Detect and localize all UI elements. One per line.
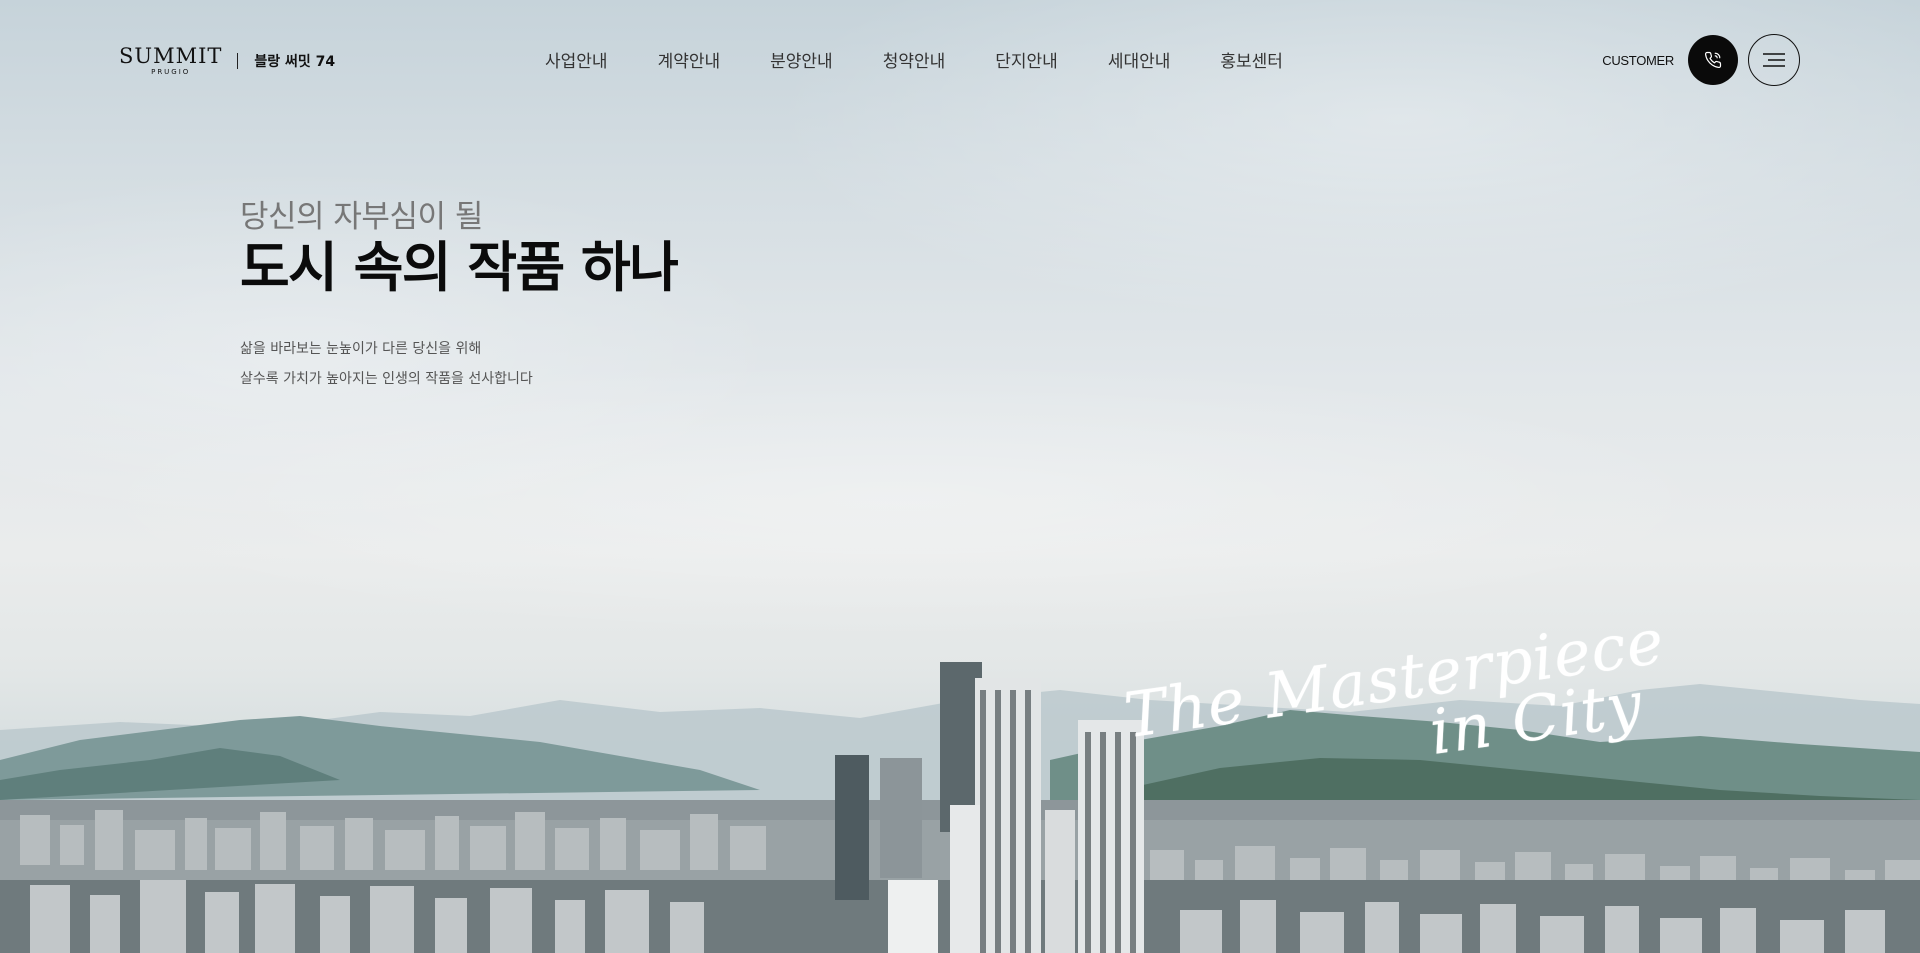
nav-item-contract[interactable]: 계약안내 xyxy=(658,47,721,72)
menu-button[interactable] xyxy=(1748,34,1800,86)
phone-icon xyxy=(1704,51,1722,69)
customer-label: CUSTOMER xyxy=(1602,52,1674,68)
hero-description-line-1: 삶을 바라보는 눈높이가 다른 당신을 위해 xyxy=(240,341,482,357)
header-utilities: CUSTOMER xyxy=(1602,34,1800,86)
logo-divider xyxy=(237,53,239,69)
logo-brand-sub: PRUGIO xyxy=(151,68,191,76)
hero-description-line-2: 살수록 가치가 높아지는 인생의 작품을 선사합니다 xyxy=(240,371,533,387)
hamburger-menu-icon xyxy=(1763,53,1785,67)
logo-brand: SUMMIT xyxy=(119,44,223,68)
site-header: SUMMIT PRUGIO 블랑 써밋 74 사업안내 계약안내 분양안내 청약… xyxy=(0,0,1920,120)
nav-item-pr-center[interactable]: 홍보센터 xyxy=(1220,47,1283,72)
nav-item-unit[interactable]: 세대안내 xyxy=(1108,47,1171,72)
hero-description: 삶을 바라보는 눈높이가 다른 당신을 위해 살수록 가치가 높아지는 인생의 … xyxy=(240,334,677,394)
call-button[interactable] xyxy=(1688,35,1738,85)
nav-item-business[interactable]: 사업안내 xyxy=(545,47,608,72)
city-skyline-image xyxy=(0,662,1920,953)
nav-item-subscription[interactable]: 청약안내 xyxy=(883,47,946,72)
hero-section: SUMMIT PRUGIO 블랑 써밋 74 사업안내 계약안내 분양안내 청약… xyxy=(0,0,1920,953)
nav-item-complex[interactable]: 단지안내 xyxy=(995,47,1058,72)
summit-prugio-logo: SUMMIT PRUGIO xyxy=(119,44,223,77)
hero-copy: 당신의 자부심이 될 도시 속의 작품 하나 삶을 바라보는 눈높이가 다른 당… xyxy=(240,198,679,394)
logo[interactable]: SUMMIT PRUGIO 블랑 써밋 74 xyxy=(119,44,336,77)
hero-kicker: 당신의 자부심이 될 xyxy=(240,199,483,235)
nav-item-sale[interactable]: 분양안내 xyxy=(770,47,833,72)
main-nav: 사업안내 계약안내 분양안내 청약안내 단지안내 세대안내 홍보센터 xyxy=(545,47,1283,72)
hero-headline: 도시 속의 작품 하나 xyxy=(240,236,679,299)
site-name: 블랑 써밋 74 xyxy=(254,54,336,70)
